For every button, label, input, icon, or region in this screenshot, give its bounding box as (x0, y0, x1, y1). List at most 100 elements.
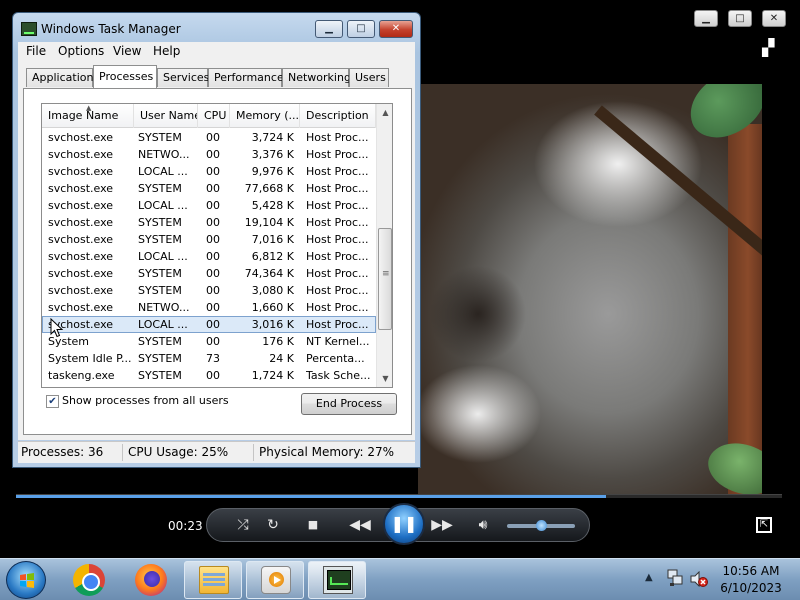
pause-button[interactable]: ❚❚ (383, 503, 425, 545)
process-row[interactable]: svchost.exe NETWO... 00 3,376 K Host Proc... (42, 146, 376, 163)
image-name-cell: svchost.exe (48, 250, 114, 263)
description-cell: Host Proc... (306, 131, 369, 144)
tab-performance[interactable]: Performance (208, 68, 284, 87)
taskbar-task-manager-button[interactable] (308, 561, 366, 599)
volume-slider-knob[interactable] (536, 520, 547, 531)
memory-cell: 3,724 K (251, 131, 294, 144)
cpu-cell: 00 (206, 250, 220, 263)
user-name-cell: SYSTEM (138, 335, 182, 348)
process-row[interactable]: svchost.exe NETWO... 00 1,660 K Host Proc... (42, 299, 376, 316)
menu-view[interactable]: View (113, 44, 141, 58)
video-frame-koala[interactable] (418, 84, 762, 494)
scrollbar-thumb[interactable] (378, 228, 392, 330)
vertical-scrollbar[interactable]: ▲ ▼ (376, 104, 392, 387)
process-row[interactable]: svchost.exe SYSTEM 00 19,104 K Host Proc... (42, 214, 376, 231)
user-name-cell: LOCAL ... (138, 250, 188, 263)
process-row[interactable]: svchost.exe LOCAL ... 00 6,812 K Host Proc..… (42, 248, 376, 265)
close-button[interactable]: ✕ (379, 20, 413, 38)
scroll-up-icon[interactable]: ▲ (377, 104, 392, 121)
tab-users[interactable]: Users (349, 68, 389, 87)
cpu-cell: 00 (206, 301, 220, 314)
stop-icon[interactable]: ■ (305, 515, 321, 535)
process-row[interactable]: svchost.exe SYSTEM 00 77,668 K Host Proc... (42, 180, 376, 197)
player-close-button[interactable]: ✕ (762, 10, 786, 27)
image-name-cell: svchost.exe (48, 267, 114, 280)
maximize-button[interactable]: □ (347, 20, 375, 38)
repeat-icon[interactable]: ↻ (263, 515, 283, 535)
volume-icon[interactable]: 🔊︎ (473, 515, 493, 535)
process-row[interactable]: svchost.exe SYSTEM 00 3,724 K Host Proc... (42, 129, 376, 146)
show-hidden-icons-icon[interactable]: ▲ (645, 572, 653, 583)
player-minimize-button[interactable]: ▁ (694, 10, 718, 27)
image-name-cell: svchost.exe (48, 148, 114, 161)
tab-applications[interactable]: Applications (26, 68, 99, 87)
process-row[interactable]: svchost.exe SYSTEM 00 74,364 K Host Proc... (42, 265, 376, 282)
column-cpu[interactable]: CPU (198, 104, 230, 128)
user-name-cell: LOCAL ... (138, 199, 188, 212)
process-row[interactable]: svchost.exe SYSTEM 00 3,080 K Host Proc... (42, 282, 376, 299)
column-description[interactable]: Description (300, 104, 376, 128)
tab-processes[interactable]: Processes (93, 65, 157, 88)
status-bar: Processes: 36 CPU Usage: 25% Physical Me… (18, 441, 415, 463)
image-name-cell: svchost.exe (48, 199, 114, 212)
scroll-down-icon[interactable]: ▼ (377, 370, 392, 387)
process-row[interactable]: System SYSTEM 00 176 K NT Kernel... (42, 333, 376, 350)
memory-cell: 24 K (269, 352, 294, 365)
cpu-cell: 00 (206, 216, 220, 229)
image-name-cell: svchost.exe (48, 131, 114, 144)
description-cell: Host Proc... (306, 301, 369, 314)
user-name-cell: SYSTEM (138, 267, 182, 280)
end-process-button[interactable]: End Process (301, 393, 397, 415)
tab-services[interactable]: Services (157, 68, 209, 87)
user-name-cell: SYSTEM (138, 131, 182, 144)
user-name-cell: SYSTEM (138, 216, 182, 229)
clock-date: 6/10/2023 (720, 581, 782, 595)
shuffle-icon[interactable]: ⤮ (233, 515, 253, 535)
description-cell: Host Proc... (306, 182, 369, 195)
volume-slider[interactable] (507, 520, 575, 531)
volume-muted-icon[interactable] (690, 571, 708, 587)
tab-networking[interactable]: Networking (282, 68, 351, 87)
firefox-icon[interactable] (135, 564, 167, 596)
status-cpu-usage: CPU Usage: 25% (128, 445, 229, 459)
cpu-cell: 00 (206, 148, 220, 161)
column-memory[interactable]: Memory (... (230, 104, 300, 128)
start-button[interactable] (6, 561, 46, 599)
show-all-processes-checkbox[interactable]: ✔ (46, 395, 59, 408)
process-list[interactable]: ▲ Image Name User Name CPU Memory (... D… (41, 103, 393, 388)
menu-help[interactable]: Help (153, 44, 180, 58)
task-manager-window: Windows Task Manager ▁ □ ✕ File Options … (12, 12, 421, 468)
player-maximize-button[interactable]: □ (728, 10, 752, 27)
process-row[interactable]: svchost.exe LOCAL ... 00 5,428 K Host Proc..… (42, 197, 376, 214)
process-row[interactable]: System Idle P... SYSTEM 73 24 K Percenta... (42, 350, 376, 367)
system-clock[interactable]: 10:56 AM 6/10/2023 (712, 563, 790, 597)
file-explorer-icon (199, 566, 229, 594)
show-all-processes-label[interactable]: Show processes from all users (62, 394, 229, 407)
memory-cell: 7,016 K (251, 233, 294, 246)
menu-bar: File Options View Help (18, 42, 415, 62)
process-row[interactable]: taskeng.exe SYSTEM 00 1,724 K Task Sche... (42, 367, 376, 384)
cpu-cell: 00 (206, 233, 220, 246)
minimize-button[interactable]: ▁ (315, 20, 343, 38)
switch-to-library-icon[interactable]: ▞ (762, 38, 774, 57)
description-cell: Host Proc... (306, 148, 369, 161)
seek-bar[interactable] (16, 494, 782, 498)
description-cell: Host Proc... (306, 165, 369, 178)
column-image-name[interactable]: ▲ Image Name (42, 104, 134, 128)
process-row[interactable]: svchost.exe SYSTEM 00 7,016 K Host Proc... (42, 231, 376, 248)
process-row[interactable]: svchost.exe LOCAL ... 00 9,976 K Host Proc..… (42, 163, 376, 180)
chrome-icon[interactable] (73, 564, 105, 596)
previous-icon[interactable]: ◀◀ (347, 515, 373, 535)
memory-cell: 9,976 K (251, 165, 294, 178)
menu-options[interactable]: Options (58, 44, 104, 58)
column-user-name[interactable]: User Name (134, 104, 198, 128)
process-row[interactable]: svchost.exe LOCAL ... 00 3,016 K Host Proc..… (42, 316, 376, 333)
tree-bark (728, 124, 762, 494)
cpu-cell: 00 (206, 267, 220, 280)
taskbar-explorer-button[interactable] (184, 561, 242, 599)
full-screen-icon[interactable]: ⇱ (756, 517, 772, 533)
taskbar-media-player-button[interactable] (246, 561, 304, 599)
next-icon[interactable]: ▶▶ (429, 515, 455, 535)
menu-file[interactable]: File (26, 44, 46, 58)
network-icon[interactable] (667, 569, 683, 587)
